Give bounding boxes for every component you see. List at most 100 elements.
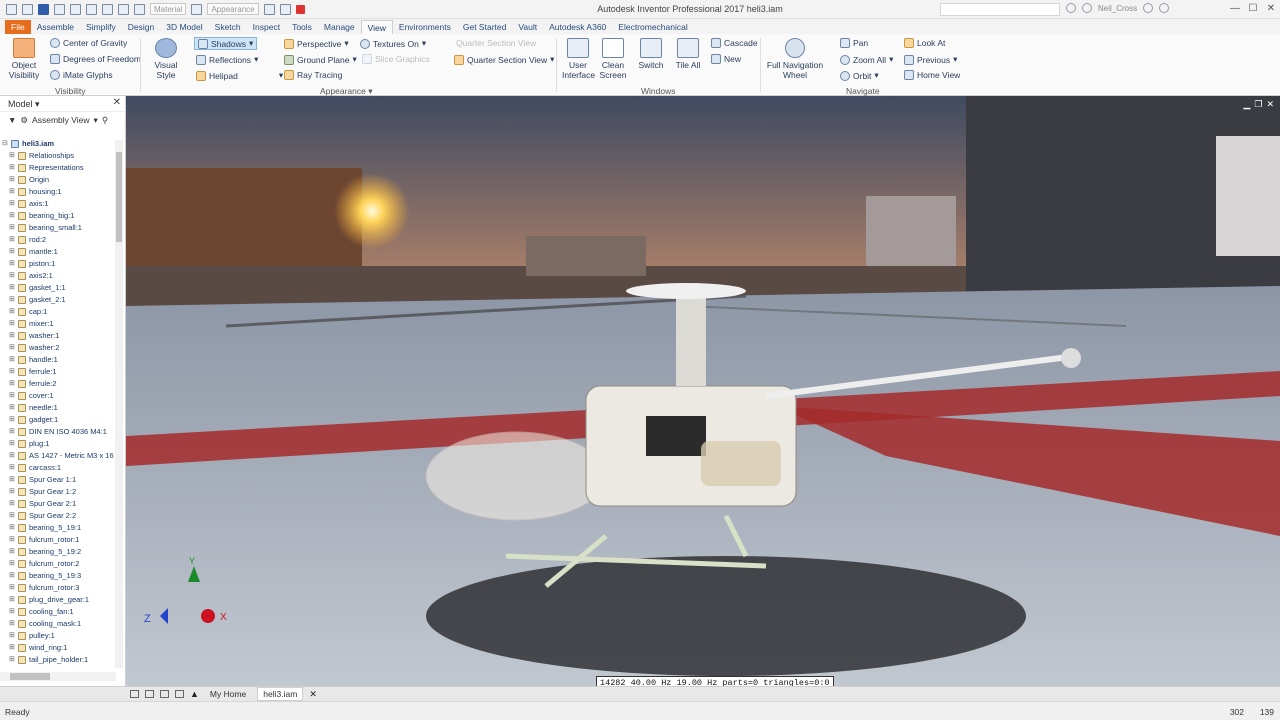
perspective-button[interactable]: Perspective ▾ [284,38,349,49]
minimize-icon[interactable]: — [1226,0,1244,18]
scrollbar-thumb[interactable] [116,152,122,242]
expand-icon[interactable]: ⊞ [9,306,18,318]
expand-icon[interactable]: ⊞ [9,570,18,582]
properties-icon[interactable] [102,3,113,15]
shadows-button[interactable]: Shadows ▾ [194,37,258,50]
expand-icon[interactable]: ⊞ [9,450,18,462]
tree-item[interactable]: ⊞ mantle:1 [0,246,116,258]
tree-item[interactable]: ⊞ housing:1 [0,186,116,198]
ground-plane-button[interactable]: Ground Plane ▾ [284,54,357,65]
expand-icon[interactable]: ⊞ [9,486,18,498]
degrees-of-freedom-button[interactable]: Degrees of Freedom [50,54,141,64]
expand-icon[interactable]: ⊞ [9,282,18,294]
visual-style-button[interactable]: Visual Style [146,38,186,80]
tile-vertical-icon[interactable] [160,690,169,698]
expand-icon[interactable]: ⊞ [9,606,18,618]
user-interface-button[interactable]: User Interface [562,38,595,80]
clean-screen-button[interactable]: Clean Screen [598,38,628,80]
tab-environments[interactable]: Environments [393,20,457,34]
tree-item[interactable]: ⊞ axis2:1 [0,270,116,282]
expand-icon[interactable]: ⊞ [9,210,18,222]
tree-item[interactable]: ⊞ Origin [0,174,116,186]
switch-button[interactable]: Switch [636,38,666,70]
expand-icon[interactable]: ⊞ [9,642,18,654]
tab-inspect[interactable]: Inspect [247,20,286,34]
minimize-icon[interactable]: ▁ [1243,99,1250,110]
tree-item[interactable]: ⊞ cooling_fan:1 [0,606,116,618]
expand-icon[interactable]: ⊞ [9,198,18,210]
expand-icon[interactable]: ⊞ [9,582,18,594]
tree-item[interactable]: ⊞ AS 1427 - Metric M3 x 16 [0,450,116,462]
tree-item[interactable]: ⊞ gadget:1 [0,414,116,426]
tree-item[interactable]: ⊞ Representations [0,162,116,174]
tree-item[interactable]: ⊞ bearing_5_19:3 [0,570,116,582]
expand-icon[interactable]: ⊞ [9,342,18,354]
cascade-windows-icon[interactable] [175,690,184,698]
expand-icon[interactable]: ⊞ [9,174,18,186]
expand-icon[interactable]: ⊞ [9,438,18,450]
expand-icon[interactable]: ⊞ [9,630,18,642]
helipad-dropdown[interactable]: Helipad ▾ [196,70,283,81]
tab-simplify[interactable]: Simplify [80,20,122,34]
tree-item[interactable]: ⊞ washer:1 [0,330,116,342]
tree-item[interactable]: ⊞ tail_pipe_holder:1 [0,654,116,666]
save-icon[interactable] [38,3,49,15]
clear-icon[interactable] [279,3,291,15]
home-view-button[interactable]: Home View [904,70,960,80]
expand-icon[interactable]: ⊞ [9,294,18,306]
tree-item[interactable]: ⊞ axis:1 [0,198,116,210]
tree-item[interactable]: ⊞ bearing_5_19:1 [0,522,116,534]
tree-item[interactable]: ⊞ Spur Gear 2:1 [0,498,116,510]
imate-glyphs-button[interactable]: iMate Glyphs [50,70,113,80]
tree-item[interactable]: ⊞ gasket_2:1 [0,294,116,306]
browser-horizontal-scrollbar[interactable] [0,672,116,681]
expand-icon[interactable]: ⊞ [9,318,18,330]
expand-icon[interactable]: ⊞ [9,390,18,402]
tree-item[interactable]: ⊞ rod:2 [0,234,116,246]
tree-item[interactable]: ⊞ Spur Gear 1:1 [0,474,116,486]
tree-item[interactable]: ⊞ cap:1 [0,306,116,318]
tab-vault[interactable]: Vault [512,20,543,34]
tree-item[interactable]: ⊞ cooling_mask:1 [0,618,116,630]
expand-icon[interactable]: ⊞ [9,186,18,198]
tree-item[interactable]: ⊞ fulcrum_rotor:3 [0,582,116,594]
expand-icon[interactable]: ⊞ [9,366,18,378]
tree-item[interactable]: ⊞ carcass:1 [0,462,116,474]
tab-my-home[interactable]: My Home [205,688,251,700]
collapse-icon[interactable]: ⊟ [2,138,11,150]
close-icon[interactable]: ✕ [1266,99,1274,110]
tree-item[interactable]: ⊞ gasket_1:1 [0,282,116,294]
previous-view-button[interactable]: Previous ▾ [904,54,957,65]
redo-icon[interactable] [70,3,81,15]
adjust-icon[interactable] [263,3,275,15]
tree-item[interactable]: ⊞ wind_ring:1 [0,642,116,654]
tab-manage[interactable]: Manage [318,20,361,34]
tree-item[interactable]: ⊞ mixer:1 [0,318,116,330]
update-icon[interactable] [134,3,145,15]
expand-icon[interactable]: ⊞ [9,426,18,438]
expand-icon[interactable]: ⊞ [9,498,18,510]
ray-tracing-button[interactable]: Ray Tracing [284,70,342,80]
home-icon[interactable] [86,3,97,15]
zoom-all-button[interactable]: Zoom All ▾ [840,54,893,65]
help-search-input[interactable] [940,3,1060,16]
expand-icon[interactable]: ⊞ [9,162,18,174]
appearance-icon[interactable] [191,3,203,15]
restore-icon[interactable]: ❐ [1254,99,1262,110]
open-file-icon[interactable] [22,3,33,15]
expand-icon[interactable]: ⊞ [9,654,18,666]
material-combo[interactable]: Material [150,3,187,15]
tree-item[interactable]: ⊞ Spur Gear 1:2 [0,486,116,498]
object-visibility-button[interactable]: Object Visibility [6,38,42,80]
cascade-button[interactable]: Cascade [711,38,758,48]
new-file-icon[interactable] [6,3,17,15]
maximize-icon[interactable]: ☐ [1244,0,1262,18]
expand-icon[interactable]: ⊞ [9,354,18,366]
close-tab-icon[interactable]: ✕ [309,689,317,700]
expand-icon[interactable]: ⊞ [9,618,18,630]
tab-design[interactable]: Design [122,20,160,34]
close-panel-icon[interactable]: ✕ [113,97,121,108]
tab-sketch[interactable]: Sketch [209,20,247,34]
exchange-icon[interactable] [1143,3,1154,13]
tree-item[interactable]: ⊞ pulley:1 [0,630,116,642]
